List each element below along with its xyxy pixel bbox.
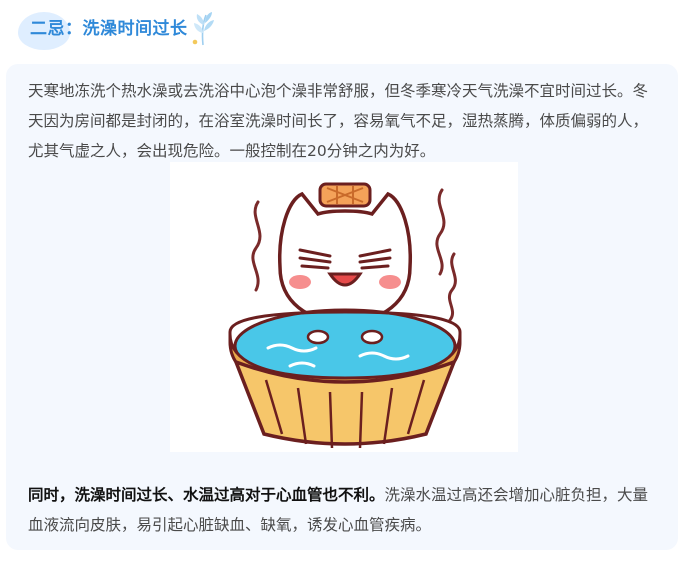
cat-in-bathtub-illustration — [170, 162, 518, 452]
article-page: 二忌：洗澡时间过长 天寒地冻洗个热水澡或去洗浴中心泡个澡非常舒服，但冬季寒冷天气… — [0, 0, 684, 561]
warning-bold-text: 同时，洗澡时间过长、水温过高对于心血管也不利。 — [28, 486, 385, 504]
section-title: 二忌：洗澡时间过长 — [30, 19, 188, 39]
wheat-leaf-icon — [192, 12, 214, 46]
warning-paragraph: 同时，洗澡时间过长、水温过高对于心血管也不利。洗澡水温过高还会增加心脏负担，大量… — [28, 480, 658, 540]
section-header: 二忌：洗澡时间过长 — [18, 12, 216, 50]
intro-paragraph: 天寒地冻洗个热水澡或去洗浴中心泡个澡非常舒服，但冬季寒冷天气洗澡不宜时间过长。冬… — [28, 82, 649, 160]
content-card: 天寒地冻洗个热水澡或去洗浴中心泡个澡非常舒服，但冬季寒冷天气洗澡不宜时间过长。冬… — [6, 64, 678, 550]
